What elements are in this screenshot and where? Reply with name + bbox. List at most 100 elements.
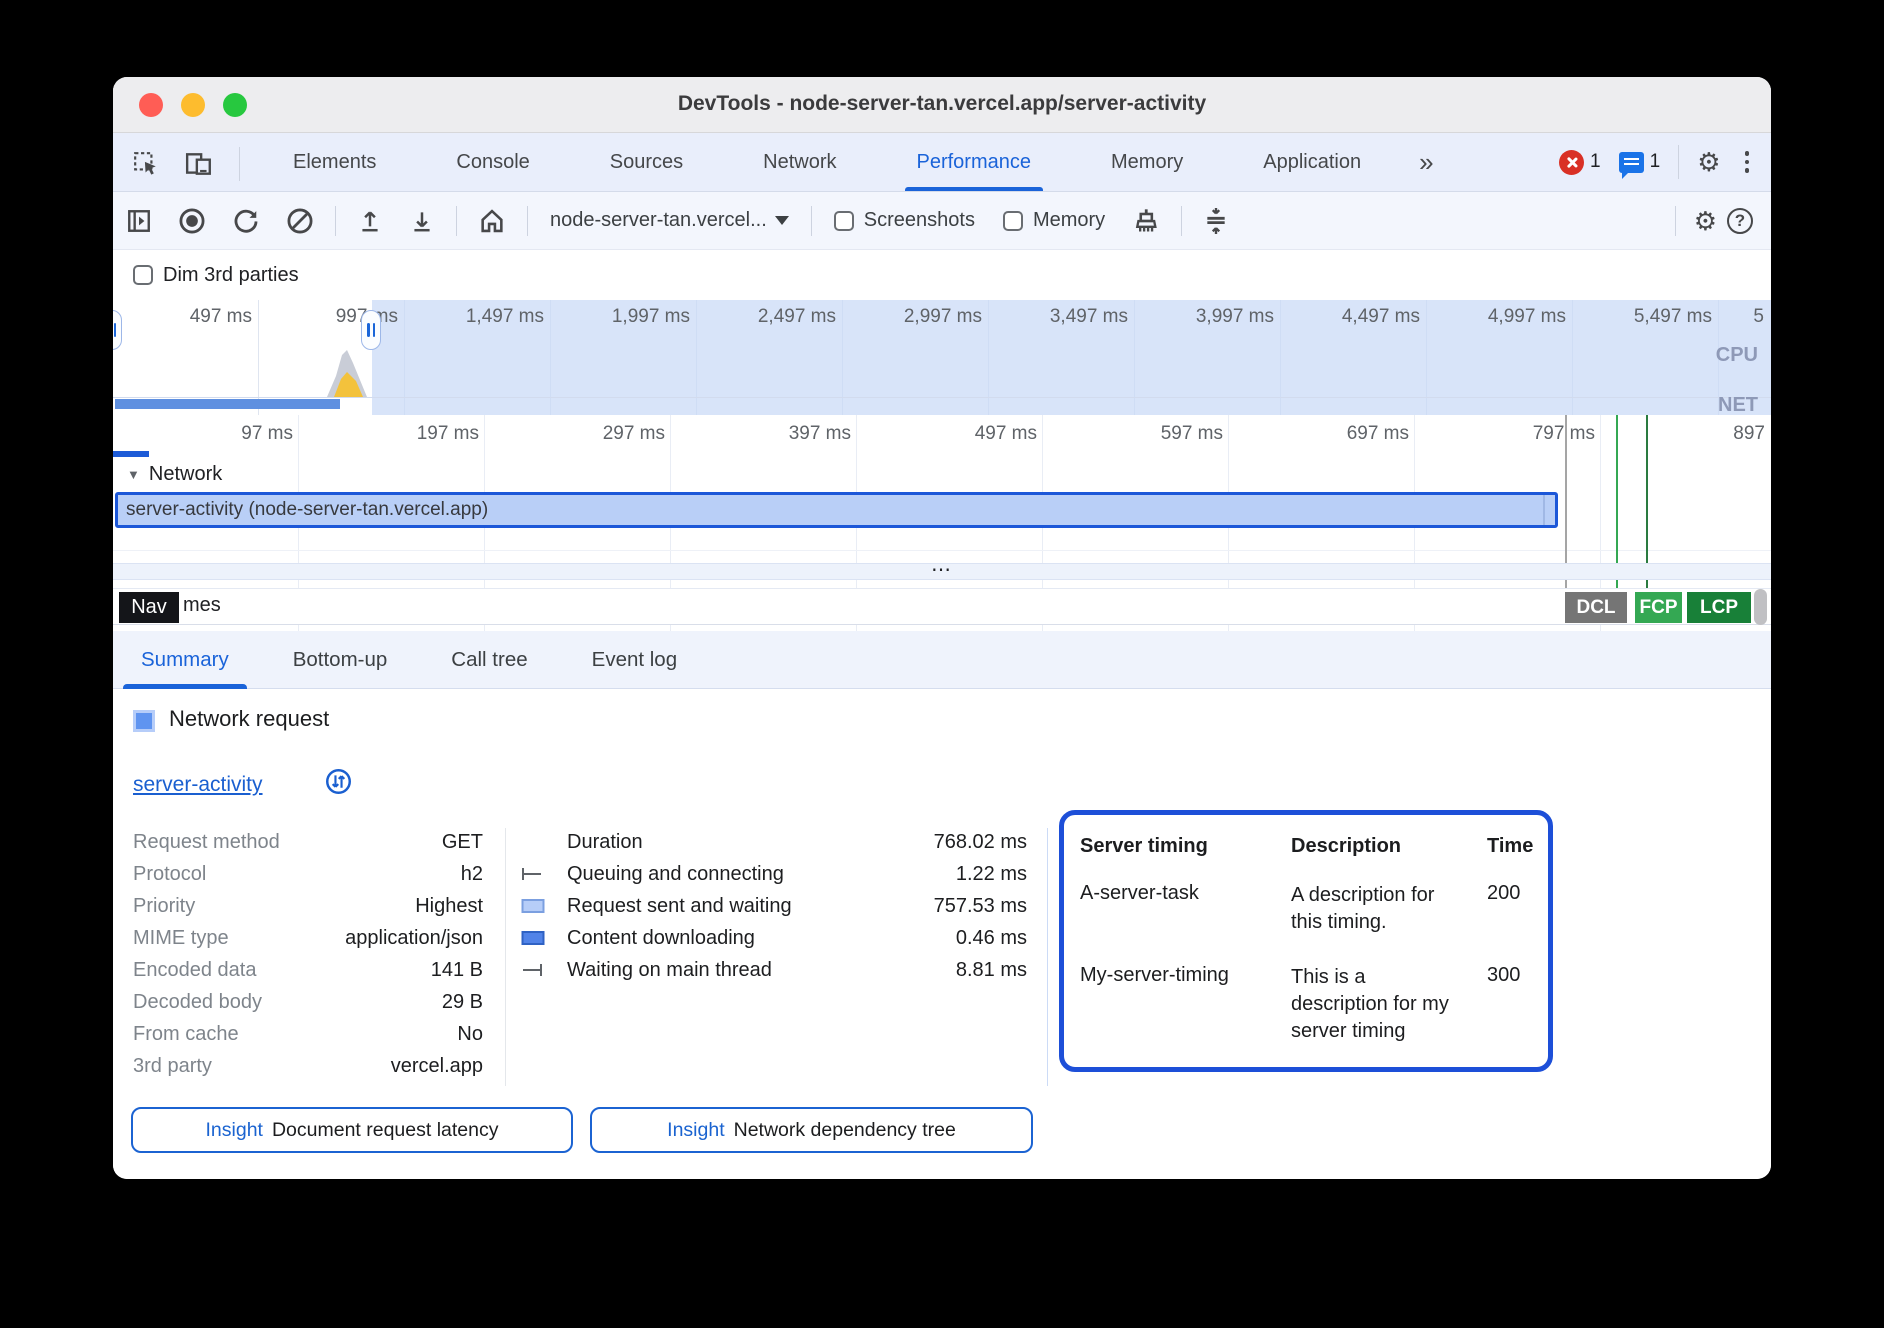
network-request-bar[interactable]: server-activity (node-server-tan.vercel.… [115, 492, 1558, 528]
request-details-table: Request methodGET Protocolh2 PriorityHig… [133, 826, 483, 1082]
error-count-badge[interactable]: 1 [1559, 150, 1601, 175]
reload-record-icon[interactable] [232, 207, 260, 235]
checkbox-icon [834, 211, 854, 231]
tab-network[interactable]: Network [723, 133, 876, 191]
selected-track-accent [113, 451, 149, 457]
dim-third-parties-row: Dim 3rd parties [113, 250, 1771, 300]
help-icon[interactable]: ? [1727, 208, 1753, 234]
vertical-scrollbar-thumb[interactable] [1754, 589, 1767, 625]
tab-event-log[interactable]: Event log [586, 631, 683, 689]
collapsed-tracks-ellipsis[interactable]: ⋯ [113, 563, 1771, 580]
minimap-left-handle[interactable] [113, 310, 122, 350]
timing-row: Content downloading 0.46 ms [521, 922, 1027, 954]
devtools-tab-bar: Elements Console Sources Network Perform… [113, 133, 1771, 192]
toolbar-divider [456, 206, 457, 236]
performance-toolbar: node-server-tan.vercel... Screenshots Me… [113, 192, 1771, 250]
download-profile-icon[interactable] [409, 207, 435, 235]
lcp-marker-chip: LCP [1687, 592, 1751, 623]
timing-row: Waiting on main thread 8.81 ms [521, 954, 1027, 986]
server-timing-description: A description for this timing. [1291, 882, 1487, 936]
disclosure-triangle-icon: ▼ [127, 467, 140, 482]
tab-call-tree[interactable]: Call tree [445, 631, 533, 689]
toolbar-divider [1675, 206, 1676, 236]
screenshots-label: Screenshots [864, 209, 975, 232]
toolbar-divider [239, 147, 240, 181]
detail-row: From cacheNo [133, 1018, 483, 1050]
toolbar-divider [1678, 145, 1679, 179]
server-timing-name: A-server-task [1080, 882, 1291, 936]
clear-icon[interactable] [286, 207, 314, 235]
flamechart-area[interactable]: 97 ms197 ms297 ms 397 ms497 ms597 ms 697… [113, 415, 1771, 631]
cpu-activity-chart [327, 348, 367, 397]
tab-elements[interactable]: Elements [253, 133, 416, 191]
memory-checkbox[interactable]: Memory [1003, 209, 1105, 232]
network-request-color-swatch [133, 710, 155, 732]
cpu-track-label: CPU [1716, 344, 1758, 367]
tab-summary[interactable]: Summary [135, 631, 235, 689]
issues-count-badge[interactable]: 1 [1619, 151, 1661, 173]
devtools-window: DevTools - node-server-tan.vercel.app/se… [113, 77, 1771, 1179]
frames-track-label: mes [183, 594, 221, 617]
device-toolbar-icon[interactable] [185, 151, 213, 177]
tab-performance[interactable]: Performance [877, 133, 1072, 191]
tab-memory[interactable]: Memory [1071, 133, 1223, 191]
customize-menu-icon[interactable] [1739, 151, 1756, 173]
tab-console[interactable]: Console [416, 133, 569, 191]
issues-icon [1619, 152, 1644, 173]
summary-panel: Network request server-activity Request … [113, 689, 1771, 1179]
tab-sources[interactable]: Sources [570, 133, 723, 191]
column-divider [505, 828, 506, 1086]
window-title: DevTools - node-server-tan.vercel.app/se… [113, 92, 1771, 116]
insight-network-dependency-tree-button[interactable]: Insight Network dependency tree [590, 1107, 1033, 1153]
capture-settings-gear-icon[interactable]: ⚙ [1694, 208, 1717, 234]
flamechart-ruler: 97 ms197 ms297 ms 397 ms497 ms597 ms 697… [113, 423, 1771, 445]
timeline-minimap[interactable]: 497 ms997 ms1,497 ms 1,997 ms2,497 ms2,9… [113, 300, 1771, 415]
summary-heading: Network request [169, 706, 329, 732]
inspect-element-icon[interactable] [133, 151, 159, 177]
row-divider [113, 550, 1771, 551]
tab-application[interactable]: Application [1223, 133, 1401, 191]
timing-row: Request sent and waiting 757.53 ms [521, 890, 1027, 922]
dropdown-caret-icon [775, 216, 789, 225]
toolbar-divider [527, 206, 528, 236]
timing-row: Queuing and connecting 1.22 ms [521, 858, 1027, 890]
left-whisker-icon [521, 867, 567, 881]
server-timing-name: My-server-timing [1080, 964, 1291, 1045]
network-track-header[interactable]: ▼ Network [127, 463, 222, 486]
dcl-marker-chip: DCL [1565, 592, 1627, 623]
server-timing-card: Server timing Description Time A-server-… [1059, 810, 1553, 1072]
toolbar-divider [811, 206, 812, 236]
toggle-sidebar-icon[interactable] [126, 208, 152, 234]
insight-document-request-latency-button[interactable]: Insight Document request latency [131, 1107, 573, 1153]
upload-profile-icon[interactable] [357, 207, 383, 235]
server-timing-header: Server timing [1080, 835, 1291, 858]
net-track-divider [113, 397, 1771, 398]
settings-gear-icon[interactable]: ⚙ [1697, 149, 1720, 175]
insight-buttons: Insight Document request latency Insight… [131, 1107, 1033, 1153]
tab-bottom-up[interactable]: Bottom-up [287, 631, 394, 689]
right-whisker-icon [521, 963, 567, 977]
dim-third-parties-label: Dim 3rd parties [163, 264, 299, 287]
reveal-in-network-icon[interactable] [325, 768, 352, 795]
checkbox-icon [133, 265, 153, 285]
dim-third-parties-checkbox[interactable]: Dim 3rd parties [133, 264, 299, 287]
waiting-phase-swatch-icon [521, 898, 567, 914]
net-activity-bar [115, 399, 340, 409]
net-track-label: NET [1718, 394, 1758, 415]
more-tabs-icon[interactable]: » [1401, 133, 1451, 191]
record-icon[interactable] [178, 207, 206, 235]
target-selector-label: node-server-tan.vercel... [550, 209, 767, 232]
collapse-tracks-icon[interactable] [1203, 206, 1229, 236]
network-track-label: Network [149, 463, 222, 486]
minimap-right-handle[interactable] [361, 310, 381, 350]
screenshots-checkbox[interactable]: Screenshots [834, 209, 975, 232]
column-divider [1047, 828, 1048, 1086]
downloading-phase-swatch-icon [521, 930, 567, 946]
home-icon[interactable] [478, 207, 506, 235]
target-selector-dropdown[interactable]: node-server-tan.vercel... [550, 209, 789, 232]
checkbox-icon [1003, 211, 1023, 231]
request-link[interactable]: server-activity [133, 773, 263, 797]
detail-row: Decoded body29 B [133, 986, 483, 1018]
toolbar-divider [335, 206, 336, 236]
garbage-collect-icon[interactable] [1132, 207, 1160, 235]
